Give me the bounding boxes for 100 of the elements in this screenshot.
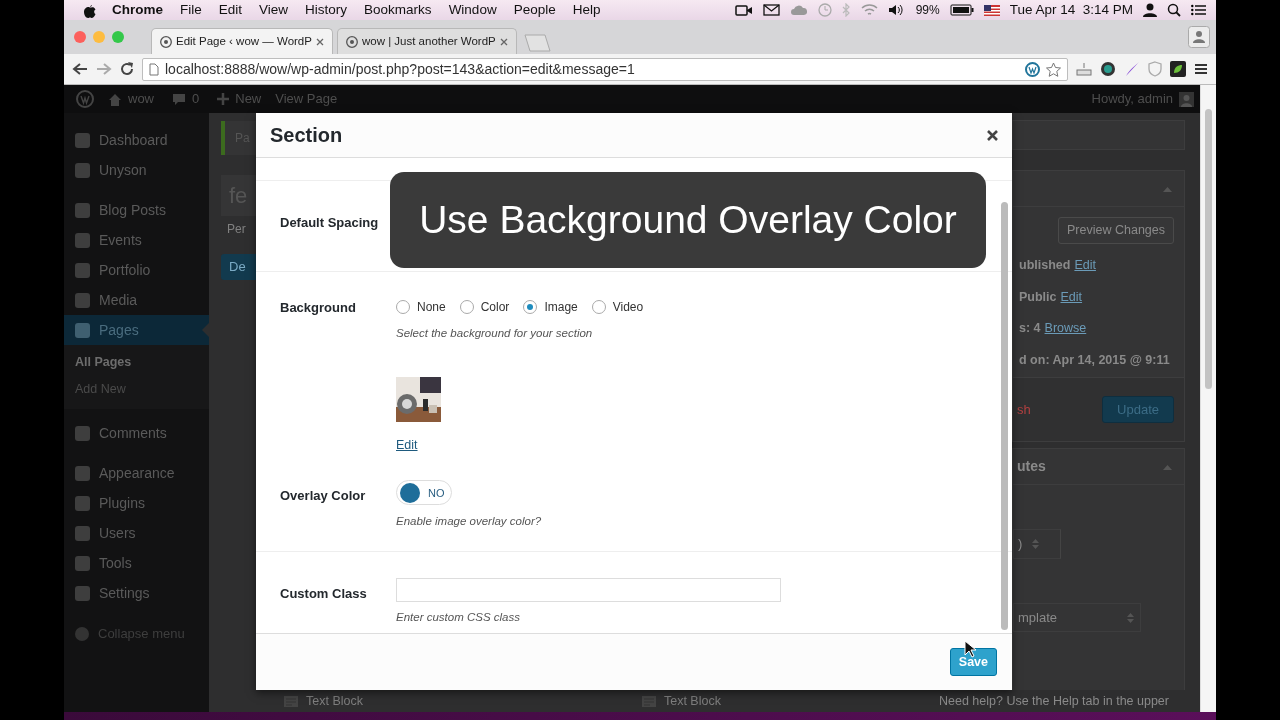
search-icon[interactable] bbox=[1167, 3, 1181, 17]
circle-icon[interactable] bbox=[1100, 61, 1116, 77]
square-icon bbox=[74, 585, 91, 602]
action-button[interactable]: De bbox=[221, 254, 256, 280]
menu-item[interactable]: View bbox=[259, 0, 289, 21]
menu-icon[interactable] bbox=[1194, 63, 1208, 75]
parent-select[interactable]: ) bbox=[1013, 529, 1061, 559]
meta-link[interactable]: Browse bbox=[1044, 319, 1087, 338]
home-icon[interactable] bbox=[108, 92, 122, 106]
menu-item[interactable]: History bbox=[305, 0, 348, 21]
close-window-button[interactable] bbox=[74, 31, 86, 43]
comment-count[interactable]: 0 bbox=[192, 89, 200, 109]
radio-option[interactable]: Color bbox=[459, 298, 510, 316]
radio-option[interactable]: Image bbox=[523, 298, 578, 316]
account-link[interactable]: Howdy, admin bbox=[1091, 89, 1173, 109]
video-camera-icon[interactable] bbox=[734, 4, 753, 16]
address-bar[interactable]: localhost:8888/wow/wp-admin/post.php?post=143&action=edit&message=1 bbox=[142, 57, 1068, 81]
template-select[interactable]: mplate bbox=[1013, 602, 1141, 633]
square-icon bbox=[74, 465, 91, 482]
speaker-icon[interactable] bbox=[887, 4, 906, 16]
mail-icon[interactable] bbox=[762, 4, 780, 16]
sidebar-item[interactable]: Media bbox=[64, 285, 209, 315]
meta-link[interactable]: Edit bbox=[1074, 255, 1096, 275]
radio-option[interactable]: Video bbox=[591, 298, 644, 316]
sidebar-item[interactable]: Events bbox=[64, 225, 209, 255]
menu-item[interactable]: People bbox=[513, 0, 556, 21]
submenu-item[interactable]: All Pages bbox=[64, 349, 209, 376]
avatar-icon[interactable] bbox=[1179, 91, 1194, 107]
sidebar-item[interactable]: Tools bbox=[64, 548, 209, 579]
field-label: Background bbox=[280, 299, 357, 317]
text-field[interactable] bbox=[396, 577, 781, 602]
list-icon[interactable] bbox=[1191, 4, 1206, 16]
close-icon[interactable] bbox=[315, 37, 324, 46]
sidebar-item[interactable]: Portfolio bbox=[64, 255, 209, 285]
sidebar-item[interactable]: Blog Posts bbox=[64, 195, 209, 225]
close-icon[interactable] bbox=[987, 129, 998, 141]
comment-icon[interactable] bbox=[172, 92, 186, 106]
star-icon[interactable] bbox=[1046, 61, 1061, 77]
apple-icon[interactable] bbox=[82, 2, 96, 18]
reload-icon[interactable] bbox=[120, 62, 134, 76]
tray-icon[interactable] bbox=[1076, 62, 1092, 76]
app-menu[interactable]: Chrome bbox=[112, 0, 163, 21]
site-link[interactable]: wow bbox=[128, 89, 154, 109]
scroll-thumb[interactable] bbox=[1001, 202, 1008, 630]
update-button[interactable]: Update bbox=[1102, 395, 1174, 424]
shield-icon[interactable] bbox=[1148, 61, 1162, 77]
menubar-clock[interactable]: Tue Apr 14 3:14 PM bbox=[1009, 0, 1133, 21]
sidebar-item[interactable]: Comments bbox=[64, 418, 209, 449]
sidebar-item[interactable]: Settings bbox=[64, 578, 209, 609]
sidebar-item[interactable]: Appearance bbox=[64, 458, 209, 489]
square-icon bbox=[74, 161, 91, 179]
cursor-icon bbox=[964, 640, 976, 658]
user-icon[interactable] bbox=[1143, 3, 1157, 17]
square-icon bbox=[74, 321, 91, 339]
menu-item[interactable]: Bookmarks bbox=[364, 0, 432, 21]
wifi-icon[interactable] bbox=[860, 4, 878, 16]
sidebar-item[interactable]: Dashboard bbox=[64, 125, 209, 155]
text-block-icon bbox=[284, 695, 298, 707]
menu-item[interactable]: Help bbox=[572, 0, 601, 21]
help-text: Need help? Use the Help tab in the upper bbox=[938, 692, 1169, 710]
preview-changes-button[interactable]: Preview Changes bbox=[1058, 217, 1174, 244]
forward-icon[interactable] bbox=[96, 62, 112, 76]
clock-icon[interactable] bbox=[817, 3, 832, 17]
sidebar-item[interactable]: Users bbox=[64, 518, 209, 549]
menu-item[interactable]: Window bbox=[448, 0, 497, 21]
battery-percent: 99% bbox=[915, 2, 940, 19]
meta-link[interactable]: Edit bbox=[1060, 287, 1083, 307]
menu-item[interactable]: Edit bbox=[218, 0, 243, 21]
block-label: Text Block bbox=[663, 692, 721, 710]
sidebar-item[interactable]: Plugins bbox=[64, 488, 209, 519]
help-text: Enable image overlay color? bbox=[396, 514, 543, 530]
plus-icon[interactable] bbox=[217, 93, 230, 105]
browser-tab[interactable]: wow | Just another WordP bbox=[336, 28, 517, 54]
sidebar-item[interactable]: Pages bbox=[64, 315, 209, 345]
menu-item[interactable]: File bbox=[180, 0, 202, 21]
trash-link[interactable]: sh bbox=[1017, 399, 1031, 420]
save-button[interactable]: Save bbox=[949, 647, 997, 677]
scroll-thumb[interactable] bbox=[1205, 109, 1212, 389]
wordpress-icon[interactable] bbox=[1025, 61, 1040, 77]
square-icon bbox=[74, 495, 91, 512]
edit-link[interactable]: Edit bbox=[396, 436, 418, 455]
radio-option[interactable]: None bbox=[396, 298, 446, 316]
sidebar-item[interactable]: Unyson bbox=[64, 155, 209, 185]
battery-icon[interactable] bbox=[949, 4, 974, 16]
caret-up-icon bbox=[1163, 185, 1172, 192]
leaf-icon[interactable] bbox=[1170, 61, 1186, 77]
back-icon[interactable] bbox=[72, 62, 88, 76]
toggle-switch[interactable]: NO bbox=[396, 480, 452, 506]
square-icon bbox=[74, 231, 91, 249]
flag-icon[interactable] bbox=[983, 4, 1000, 16]
browser-tab[interactable]: Edit Page ‹ wow — WordP bbox=[151, 28, 333, 54]
new-link[interactable]: New bbox=[235, 89, 262, 109]
square-icon bbox=[74, 555, 91, 572]
circle-icon bbox=[74, 625, 90, 642]
meta-text: ublished bbox=[1019, 256, 1071, 274]
view-page-link[interactable]: View Page bbox=[275, 89, 338, 109]
field-label: Default Spacing bbox=[280, 214, 380, 232]
close-icon[interactable] bbox=[499, 37, 508, 46]
cloud-icon[interactable] bbox=[789, 4, 808, 16]
profile-button[interactable] bbox=[1188, 26, 1210, 48]
